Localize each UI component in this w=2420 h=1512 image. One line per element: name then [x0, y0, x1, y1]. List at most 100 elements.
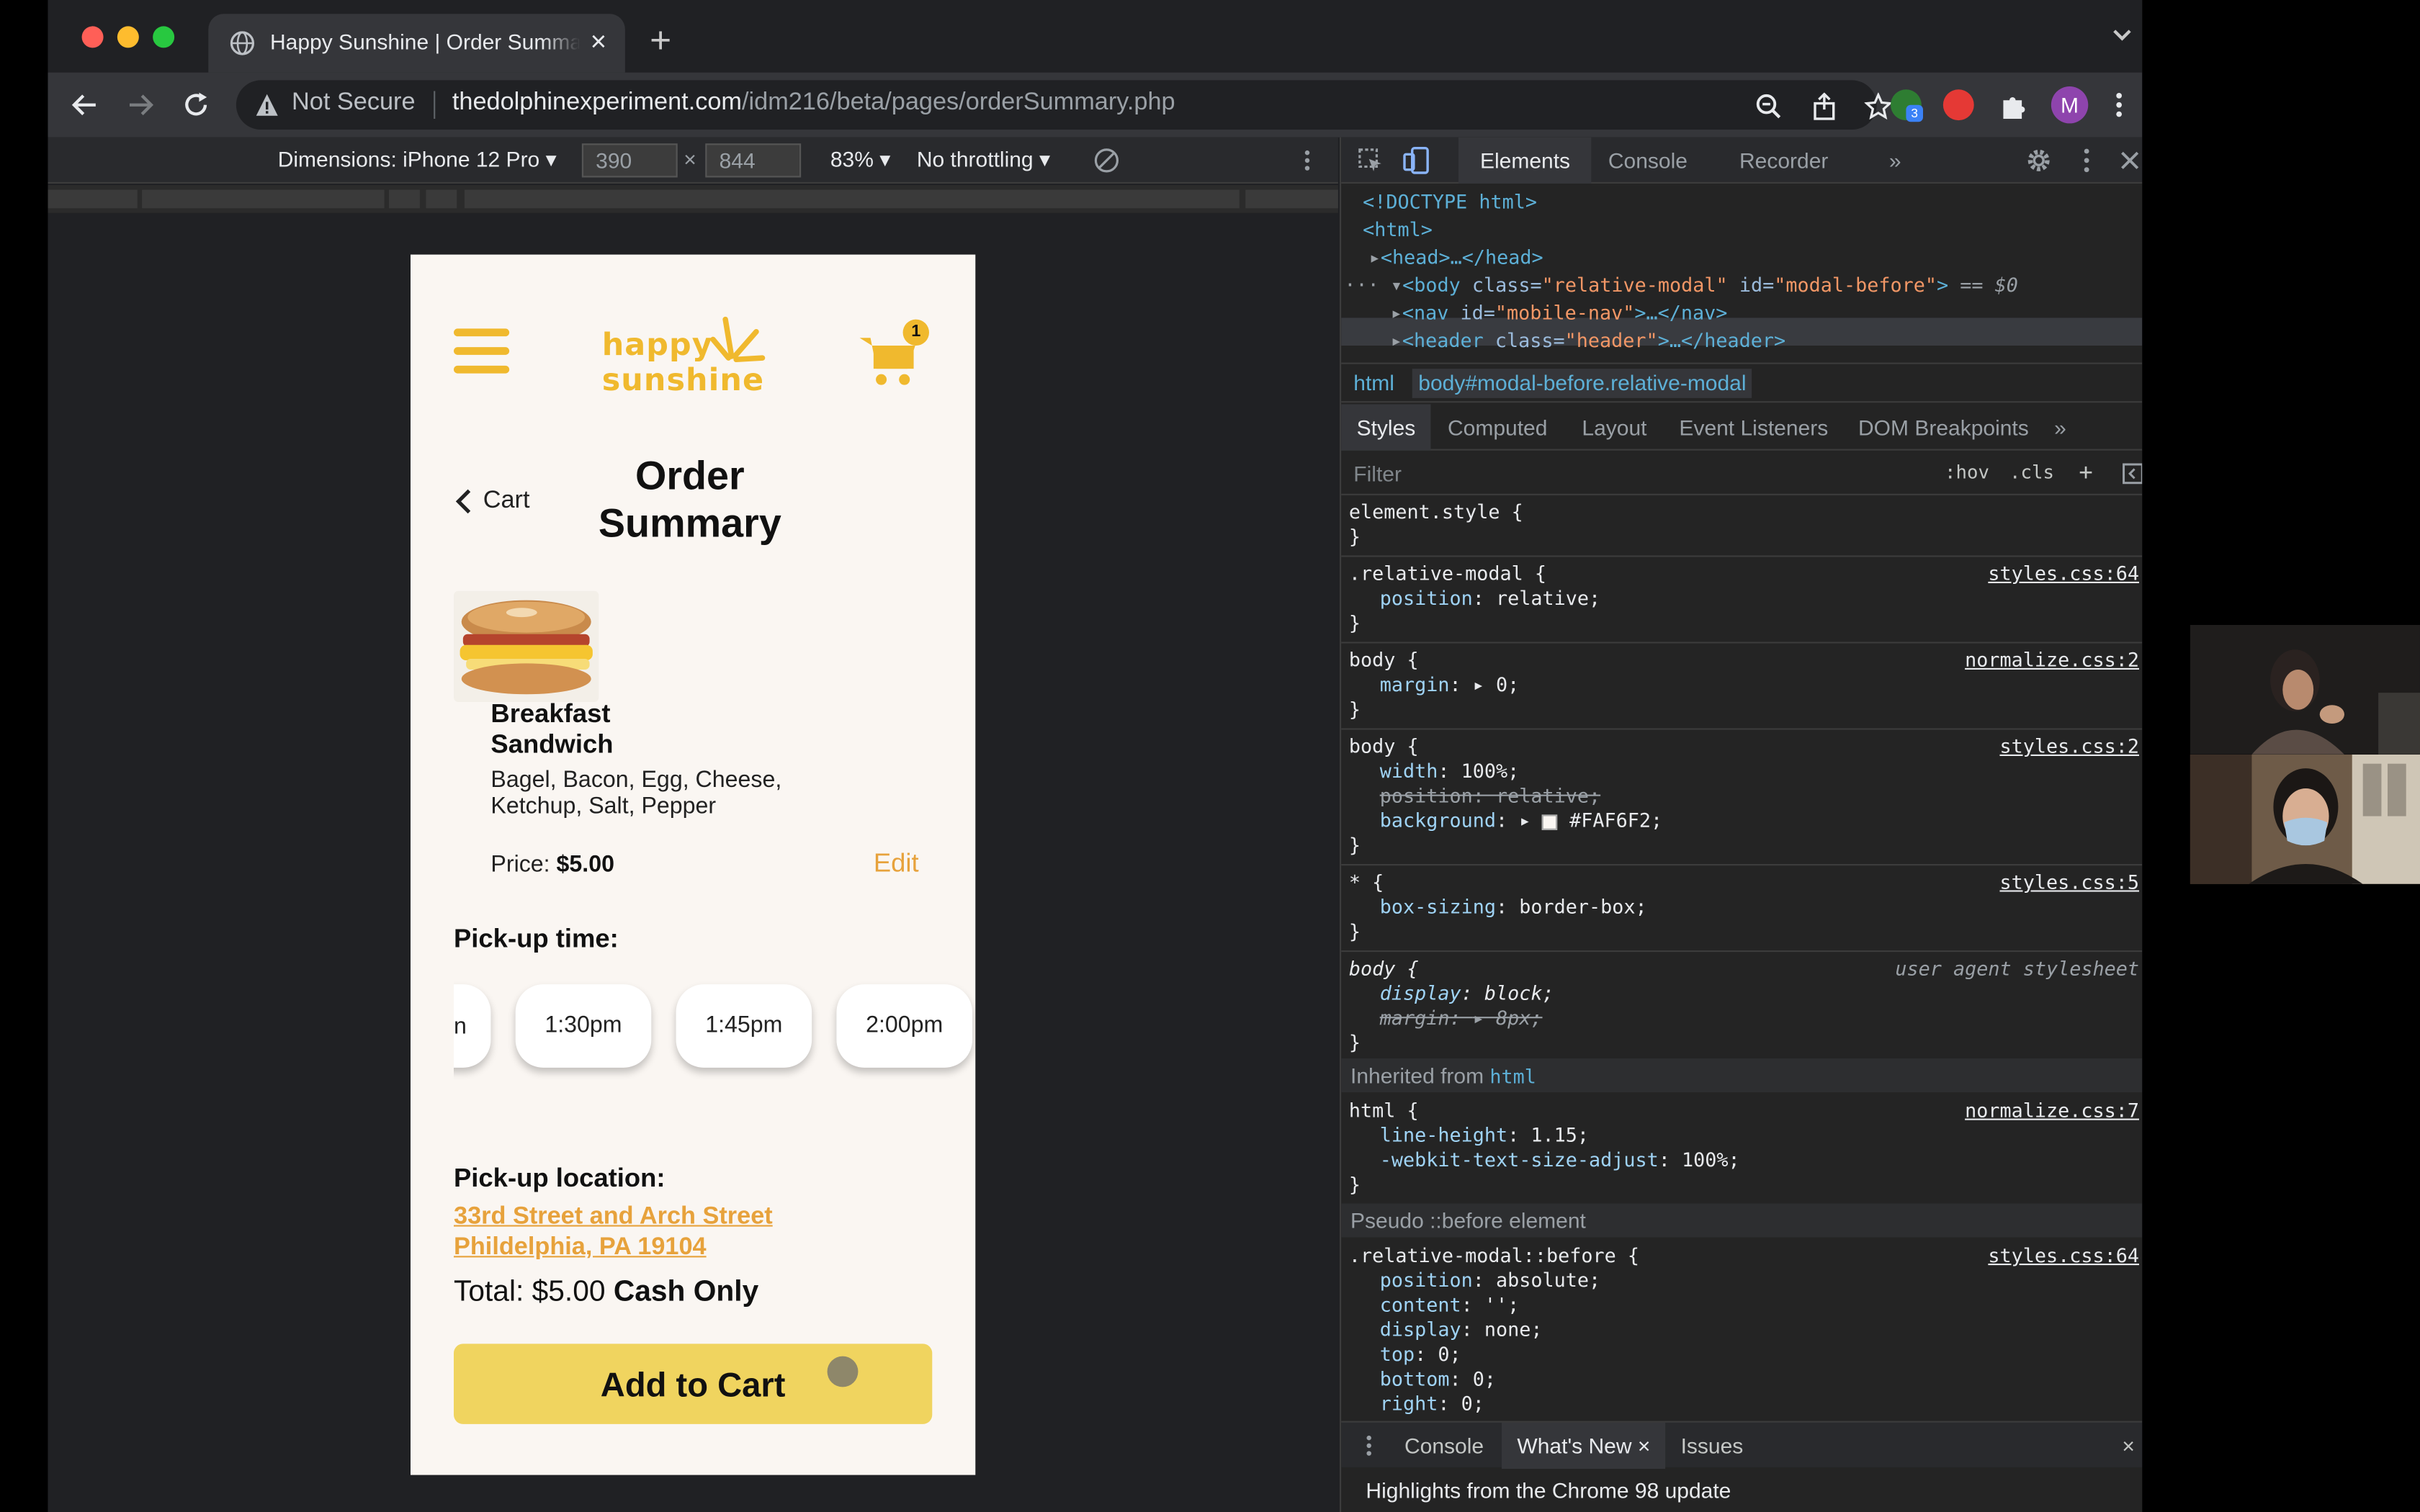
edit-item-link[interactable]: Edit	[874, 849, 919, 880]
tab-close-icon[interactable]: ×	[591, 26, 607, 57]
rule-selector[interactable]: element.style {	[1349, 500, 1523, 524]
width-input[interactable]: 390	[581, 143, 678, 178]
rule-selector[interactable]: body {	[1349, 734, 1419, 759]
rule-source-link[interactable]: styles.css:5	[1999, 870, 2139, 895]
tab-dom-breakpoints[interactable]: DOM Breakpoints	[1858, 415, 2029, 439]
rule-selector[interactable]: body {	[1349, 957, 1419, 981]
tab-layout[interactable]: Layout	[1582, 415, 1646, 439]
video-tile-participant-1[interactable]	[2190, 624, 2420, 755]
rotate-icon[interactable]	[1093, 147, 1121, 175]
rule-selector[interactable]: .relative-modal {	[1349, 562, 1546, 586]
dom-node-html[interactable]: <html>	[1363, 216, 1433, 244]
bookmark-star-icon[interactable]	[1864, 92, 1893, 121]
drawer-tab-issues[interactable]: Issues	[1681, 1423, 1744, 1469]
warning-icon[interactable]	[255, 93, 279, 117]
minimize-window-button[interactable]	[117, 26, 139, 48]
style-declaration-overridden[interactable]: position: relative;	[1380, 784, 1600, 809]
maximize-window-button[interactable]	[153, 26, 175, 48]
more-tabs-button[interactable]: »	[1889, 138, 1901, 184]
forward-arrow-icon[interactable]	[125, 89, 156, 120]
style-declaration[interactable]: width: 100%;	[1380, 759, 1520, 783]
media-query-ruler[interactable]	[48, 185, 1338, 213]
style-declaration[interactable]: right: 0;	[1380, 1392, 1484, 1416]
style-declaration[interactable]: box-sizing: border-box;	[1380, 895, 1647, 919]
inherited-tag-link[interactable]: html	[1489, 1065, 1536, 1088]
rule-source-link[interactable]: normalize.css:2	[1965, 648, 2139, 672]
color-swatch[interactable]	[1542, 814, 1558, 829]
tab-styles[interactable]: Styles	[1341, 404, 1431, 451]
time-chip[interactable]: 2:00pm	[836, 984, 972, 1068]
style-declaration[interactable]: position: relative;	[1380, 586, 1600, 611]
device-more-icon[interactable]	[1304, 150, 1311, 171]
zoom-select[interactable]: 83% ▾	[830, 147, 890, 173]
styles-filter-input[interactable]: Filter	[1353, 462, 1402, 486]
rule-selector[interactable]: .relative-modal::before {	[1349, 1243, 1639, 1268]
dom-node-header[interactable]: ▸<header class="header">…</header>	[1391, 327, 1785, 355]
tab-elements[interactable]: Elements	[1458, 137, 1592, 184]
rule-source-link[interactable]: styles.css:64	[1988, 1243, 2139, 1268]
style-declaration[interactable]: position: absolute;	[1380, 1268, 1600, 1292]
rule-selector[interactable]: html {	[1349, 1099, 1419, 1123]
style-declaration[interactable]: content: '';	[1380, 1293, 1520, 1318]
address-bar[interactable]: Not Secure thedolphinexperiment.com/idm2…	[236, 80, 1893, 130]
logo[interactable]: happy sunshine	[602, 313, 772, 400]
drawer-tab-whats-new[interactable]: What's New ×	[1502, 1422, 1666, 1469]
back-arrow-icon[interactable]	[69, 89, 100, 120]
inspect-element-icon[interactable]	[1357, 147, 1385, 175]
new-tab-button[interactable]: +	[650, 21, 671, 62]
pickup-address-link[interactable]: 33rd Street and Arch Street Phildelphia,…	[454, 1202, 773, 1264]
tab-event-listeners[interactable]: Event Listeners	[1679, 415, 1828, 439]
class-toggle-button[interactable]: .cls	[2009, 462, 2054, 483]
close-tab-icon[interactable]: ×	[1638, 1434, 1651, 1458]
style-declaration[interactable]: display: none;	[1380, 1318, 1543, 1342]
style-declaration[interactable]: bottom: 0;	[1380, 1367, 1496, 1392]
style-declaration[interactable]: -webkit-text-size-adjust: 100%;	[1380, 1148, 1740, 1172]
dom-node-nav[interactable]: ▸<nav id="mobile-nav">…</nav>	[1391, 300, 1728, 328]
security-label[interactable]: Not Secure	[292, 89, 416, 117]
extension-icon[interactable]: 3	[1891, 89, 1923, 122]
more-subtabs-button[interactable]: »	[2054, 415, 2066, 439]
settings-gear-icon[interactable]	[2025, 147, 2053, 175]
dom-node-body[interactable]: ··· ▾<body class="relative-modal" id="mo…	[1344, 271, 2017, 300]
breadcrumb-body[interactable]: body#modal-before.relative-modal	[1412, 369, 1753, 398]
rule-source-link[interactable]: normalize.css:7	[1965, 1099, 2139, 1123]
puzzle-icon[interactable]	[1999, 89, 2030, 120]
close-window-button[interactable]	[81, 26, 104, 48]
style-declaration[interactable]: background: ▸ #FAF6F2;	[1380, 809, 1662, 833]
close-devtools-icon[interactable]	[2116, 147, 2142, 175]
breadcrumb-html[interactable]: html	[1353, 370, 1394, 395]
tab-recorder[interactable]: Recorder	[1739, 138, 1828, 184]
close-drawer-icon[interactable]: ×	[2122, 1423, 2135, 1469]
more-menu-icon[interactable]	[2116, 93, 2123, 117]
video-tile-participant-2[interactable]	[2190, 754, 2420, 884]
device-toggle-icon[interactable]	[1403, 146, 1431, 175]
dom-node-head[interactable]: ▸<head>…</head>	[1369, 244, 1543, 272]
url-text[interactable]: thedolphinexperiment.com/idm216/beta/pag…	[452, 89, 1175, 117]
drawer-menu-icon[interactable]	[1366, 1435, 1372, 1457]
share-icon[interactable]	[1811, 92, 1839, 121]
style-declaration[interactable]: line-height: 1.15;	[1380, 1123, 1589, 1148]
rule-source-link[interactable]: styles.css:2	[1999, 734, 2139, 759]
hamburger-menu-icon[interactable]	[454, 328, 510, 374]
hover-state-button[interactable]: :hov	[1945, 462, 1989, 483]
rule-selector[interactable]: body {	[1349, 648, 1419, 672]
profile-avatar[interactable]: M	[2051, 86, 2089, 124]
tab-computed[interactable]: Computed	[1448, 415, 1547, 439]
sidebar-toggle-icon[interactable]	[2122, 463, 2143, 485]
add-to-cart-button[interactable]: Add to Cart	[454, 1344, 933, 1424]
dom-node-doctype[interactable]: <!DOCTYPE html>	[1363, 188, 1537, 216]
chevron-down-icon[interactable]	[2111, 24, 2133, 46]
browser-tab-active[interactable]: Happy Sunshine | Order Summary ×	[208, 14, 625, 73]
device-select[interactable]: Dimensions: iPhone 12 Pro ▾	[278, 147, 557, 173]
reload-icon[interactable]	[181, 89, 212, 120]
zoom-out-icon[interactable]	[1754, 93, 1783, 121]
time-chip[interactable]: 1:30pm	[515, 984, 652, 1068]
style-declaration[interactable]: margin: ▸ 0;	[1380, 672, 1520, 697]
rule-selector[interactable]: * {	[1349, 870, 1384, 895]
throttling-select[interactable]: No throttling ▾	[917, 147, 1050, 173]
tab-console[interactable]: Console	[1608, 138, 1688, 184]
cart-button[interactable]: 1	[858, 319, 932, 387]
rule-source-link[interactable]: styles.css:64	[1988, 562, 2139, 586]
time-chip[interactable]: 1:45pm	[676, 984, 812, 1068]
height-input[interactable]: 844	[705, 143, 802, 178]
